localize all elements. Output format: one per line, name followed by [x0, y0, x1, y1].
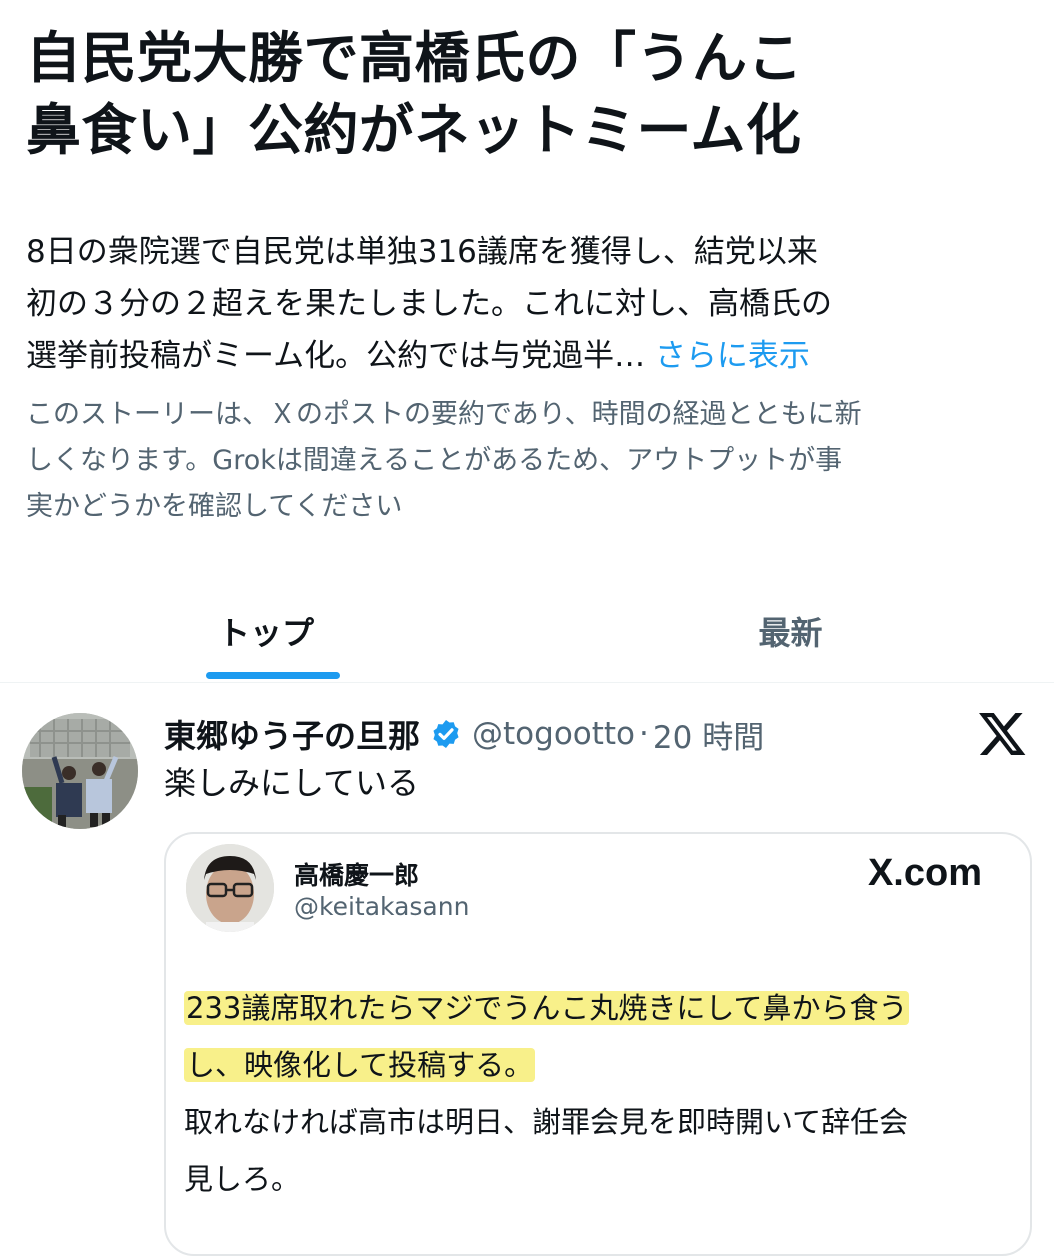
summary-line-1: 8日の衆院選で自民党は単独316議席を獲得し、結党以来: [26, 234, 818, 270]
quoted-avatar[interactable]: [186, 844, 274, 932]
story-summary: 8日の衆院選で自民党は単独316議席を獲得し、結党以来 初の３分の２超えを果たし…: [26, 226, 1036, 382]
active-tab-indicator: [206, 672, 340, 679]
summary-line-3-text: 選挙前投稿がミーム化。公約では与党過半…: [26, 338, 646, 374]
quoted-avatar-photo: [186, 844, 274, 932]
avatar-photo: [22, 713, 138, 829]
quoted-handle: @keitakasann: [294, 892, 470, 921]
display-name[interactable]: 東郷ゆう子の旦那: [164, 711, 420, 757]
story-headline: 自民党大勝で高橋氏の「うんこ 鼻食い」公約がネットミーム化: [26, 22, 1036, 166]
quoted-body: 233議席取れたらマジでうんこ丸焼きにして鼻から食う し、映像化して投稿する。 …: [184, 980, 1024, 1208]
disclaimer-line-3: 実かどうかを確認してください: [26, 491, 403, 522]
x-logo-icon[interactable]: [976, 708, 1028, 760]
headline-line-1: 自民党大勝で高橋氏の「うんこ: [26, 26, 804, 90]
meta-separator: ·: [639, 716, 649, 752]
disclaimer-line-1: このストーリーは、Ｘのポストの要約であり、時間の経過とともに新: [26, 399, 862, 430]
post-handle[interactable]: @togootto: [472, 716, 635, 752]
grok-disclaimer: このストーリーは、Ｘのポストの要約であり、時間の経過とともに新 しくなります。G…: [26, 392, 1036, 530]
tab-top[interactable]: トップ: [6, 580, 526, 682]
quoted-line-1: 233議席取れたらマジでうんこ丸焼きにして鼻から食う: [184, 980, 1024, 1037]
quoted-source: X.com: [867, 852, 982, 894]
show-more-link[interactable]: さらに表示: [655, 338, 810, 374]
post-header: 東郷ゆう子の旦那 @togootto · 20 時間: [164, 710, 764, 758]
quoted-line-4: 見しろ。: [184, 1162, 301, 1196]
tab-latest[interactable]: 最新: [527, 580, 1054, 682]
feed-tabs: トップ 最新: [0, 580, 1054, 683]
quoted-name: 高橋慶一郎: [294, 861, 420, 890]
verified-badge-icon: [433, 720, 459, 748]
highlighted-text: し、映像化して投稿する。: [184, 1048, 536, 1082]
quoted-line-2: し、映像化して投稿する。: [184, 1037, 1024, 1094]
post-time[interactable]: 20 時間: [653, 712, 764, 757]
quoted-post-card[interactable]: 高橋慶一郎 @keitakasann X.com 233議席取れたらマジでうんこ…: [164, 832, 1032, 1256]
disclaimer-line-2: しくなります。Grokは間違えることがあるため、アウトプットが事: [26, 445, 843, 476]
summary-line-3: 選挙前投稿がミーム化。公約では与党過半… さらに表示: [26, 330, 1036, 382]
summary-line-2: 初の３分の２超えを果たしました。これに対し、高橋氏の: [26, 286, 832, 322]
avatar[interactable]: [22, 713, 138, 829]
quoted-line-3: 取れなければ高市は明日、謝罪会見を即時開いて辞任会: [184, 1105, 909, 1139]
headline-line-2: 鼻食い」公約がネットミーム化: [26, 98, 802, 162]
post-text: 楽しみにしている: [164, 764, 420, 802]
highlighted-text: 233議席取れたらマジでうんこ丸焼きにして鼻から食う: [184, 991, 910, 1025]
